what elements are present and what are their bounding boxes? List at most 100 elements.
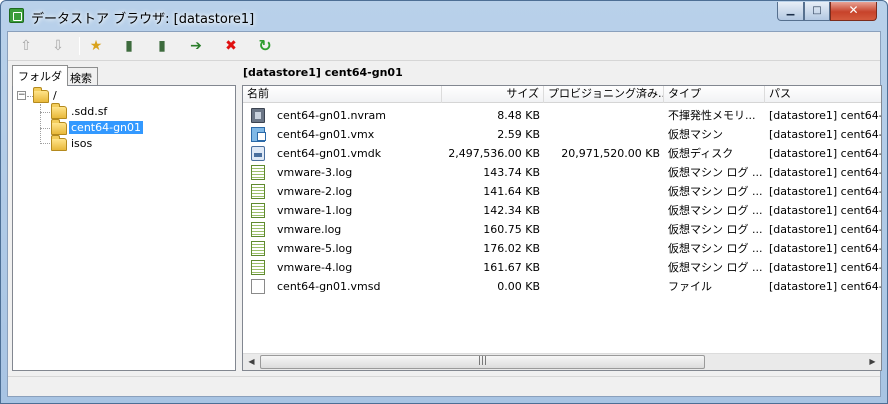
tab-search[interactable]: 検索 <box>64 67 98 85</box>
toolbar: ⇧ ⇩ ★ ▮ ▮ ➔ ✖ ↻ <box>8 32 880 61</box>
file-type: 仮想マシン ログ ... <box>668 261 763 274</box>
folder-icon <box>51 135 67 151</box>
file-size: 0.00 KB <box>497 280 540 293</box>
folder-icon <box>51 103 67 119</box>
nvram-icon <box>251 108 265 123</box>
column-header-provisioned[interactable]: プロビジョニング済み... <box>544 86 664 103</box>
file-row[interactable]: cent64-gn01.vmdk 2,497,536.00 KB 20,971,52… <box>243 144 881 163</box>
file-name: cent64-gn01.nvram <box>277 109 386 122</box>
file-size: 2,497,536.00 KB <box>448 147 540 160</box>
client-area: ⇧ ⇩ ★ ▮ ▮ ➔ ✖ ↻ フォルダ 検索 − / .sdd.sf cent… <box>7 31 882 397</box>
datastore-browser-window: データストア ブラウザ: [datastore1] ▁ □ ✕ ⇧ ⇩ ★ ▮ … <box>0 0 888 404</box>
file-icon <box>251 279 265 294</box>
file-type: 不揮発性メモリ... <box>668 109 756 122</box>
file-path: [datastore1] cent64-gn01 <box>769 147 881 160</box>
title-bar[interactable]: データストア ブラウザ: [datastore1] ▁ □ ✕ <box>1 1 887 31</box>
file-type: 仮想マシン ログ ... <box>668 166 763 179</box>
file-provisioned <box>544 201 660 220</box>
file-row[interactable]: vmware-5.log 176.02 KB 仮想マシン ログ ... [datast… <box>243 239 881 258</box>
file-row[interactable]: vmware-1.log 142.34 KB 仮想マシン ログ ... [datast… <box>243 201 881 220</box>
file-path: [datastore1] cent64-gn01 <box>769 223 881 236</box>
log-icon <box>251 222 265 237</box>
file-name: vmware-2.log <box>277 185 353 198</box>
file-name: vmware-3.log <box>277 166 353 179</box>
close-button[interactable]: ✕ <box>830 2 877 21</box>
delete-icon[interactable]: ✖ <box>219 35 243 57</box>
file-row[interactable]: cent64-gn01.nvram 8.48 KB 不揮発性メモリ... [datas… <box>243 106 881 125</box>
file-path: [datastore1] cent64-gn01 <box>769 166 881 179</box>
refresh-icon[interactable]: ↻ <box>253 35 277 57</box>
file-type: ファイル <box>668 280 712 293</box>
file-path: [datastore1] cent64-gn01 <box>769 280 881 293</box>
file-row[interactable]: vmware-3.log 143.74 KB 仮想マシン ログ ... [datast… <box>243 163 881 182</box>
maximize-button[interactable]: □ <box>804 2 830 21</box>
file-path: [datastore1] cent64-gn01 <box>769 128 881 141</box>
file-type: 仮想マシン ログ ... <box>668 204 763 217</box>
file-size: 161.67 KB <box>483 261 540 274</box>
file-provisioned <box>544 277 660 296</box>
file-size: 176.02 KB <box>483 242 540 255</box>
upload-icon[interactable]: ⇧ <box>14 35 38 57</box>
file-type: 仮想ディスク <box>668 147 734 160</box>
tree-item-isos[interactable]: isos <box>71 135 92 152</box>
file-provisioned <box>544 125 660 144</box>
column-header-path[interactable]: パス <box>765 86 881 103</box>
tree-item-root[interactable]: / <box>53 87 57 104</box>
file-name: cent64-gn01.vmx <box>277 128 375 141</box>
tree-item-sdd-sf[interactable]: .sdd.sf <box>71 103 107 120</box>
file-path: [datastore1] cent64-gn01 <box>769 109 881 122</box>
file-row[interactable]: vmware-4.log 161.67 KB 仮想マシン ログ ... [datast… <box>243 258 881 277</box>
vmx-icon <box>251 127 266 142</box>
log-icon <box>251 260 265 275</box>
file-type: 仮想マシン <box>668 128 723 141</box>
file-provisioned <box>544 163 660 182</box>
log-icon <box>251 241 265 256</box>
left-tab-strip: フォルダ 検索 <box>12 65 232 86</box>
scrollbar-thumb[interactable]: ||| <box>260 355 705 369</box>
file-provisioned: 20,971,520.00 KB <box>561 147 660 160</box>
scroll-right-icon[interactable]: ▶ <box>864 354 881 370</box>
tree-item-cent64-gn01[interactable]: cent64-gn01 <box>69 119 144 136</box>
vmdk-icon <box>251 146 265 161</box>
file-name: vmware-1.log <box>277 204 353 217</box>
column-header-size[interactable]: サイズ <box>442 86 544 103</box>
file-size: 160.75 KB <box>483 223 540 236</box>
file-row[interactable]: cent64-gn01.vmx 2.59 KB 仮想マシン [datastore1] … <box>243 125 881 144</box>
scroll-left-icon[interactable]: ◀ <box>243 354 260 370</box>
file-name: vmware-4.log <box>277 261 353 274</box>
current-path-label: [datastore1] cent64-gn01 <box>243 66 403 79</box>
new-folder-icon[interactable]: ★ <box>84 35 108 57</box>
file-row[interactable]: vmware.log 160.75 KB 仮想マシン ログ ... [datastor… <box>243 220 881 239</box>
file-row[interactable]: cent64-gn01.vmsd 0.00 KB ファイル [datastore1] … <box>243 277 881 296</box>
file-name: cent64-gn01.vmdk <box>277 147 382 160</box>
file-provisioned <box>544 239 660 258</box>
file-path: [datastore1] cent64-gn01 <box>769 261 881 274</box>
column-header-type[interactable]: タイプ <box>664 86 765 103</box>
folder-icon <box>33 87 49 103</box>
log-icon <box>251 184 265 199</box>
pane-splitter[interactable] <box>238 61 241 373</box>
file-size: 8.48 KB <box>497 109 540 122</box>
status-bar <box>8 376 880 396</box>
toolbar-separator <box>79 37 80 55</box>
tree-item-label-selected: cent64-gn01 <box>69 121 144 134</box>
app-icon <box>9 8 24 23</box>
tab-folders[interactable]: フォルダ <box>12 65 68 86</box>
file-path: [datastore1] cent64-gn01 <box>769 185 881 198</box>
file-path: [datastore1] cent64-gn01 <box>769 204 881 217</box>
file-size: 143.74 KB <box>483 166 540 179</box>
minimize-button[interactable]: ▁ <box>777 2 804 21</box>
datastore-download-icon[interactable]: ▮ <box>150 35 174 57</box>
column-header-name[interactable]: 名前 <box>243 86 442 103</box>
datastore-upload-icon[interactable]: ▮ <box>117 35 141 57</box>
log-icon <box>251 165 265 180</box>
register-vm-icon[interactable]: ➔ <box>184 35 208 57</box>
file-provisioned <box>544 182 660 201</box>
column-header-row: 名前 サイズ プロビジョニング済み... タイプ パス <box>243 86 881 103</box>
file-provisioned <box>544 106 660 125</box>
download-icon[interactable]: ⇩ <box>46 35 70 57</box>
horizontal-scrollbar[interactable]: ◀ ||| ▶ <box>243 353 881 370</box>
file-name: vmware-5.log <box>277 242 353 255</box>
tree-expander[interactable]: − <box>17 91 26 100</box>
file-row[interactable]: vmware-2.log 141.64 KB 仮想マシン ログ ... [datast… <box>243 182 881 201</box>
